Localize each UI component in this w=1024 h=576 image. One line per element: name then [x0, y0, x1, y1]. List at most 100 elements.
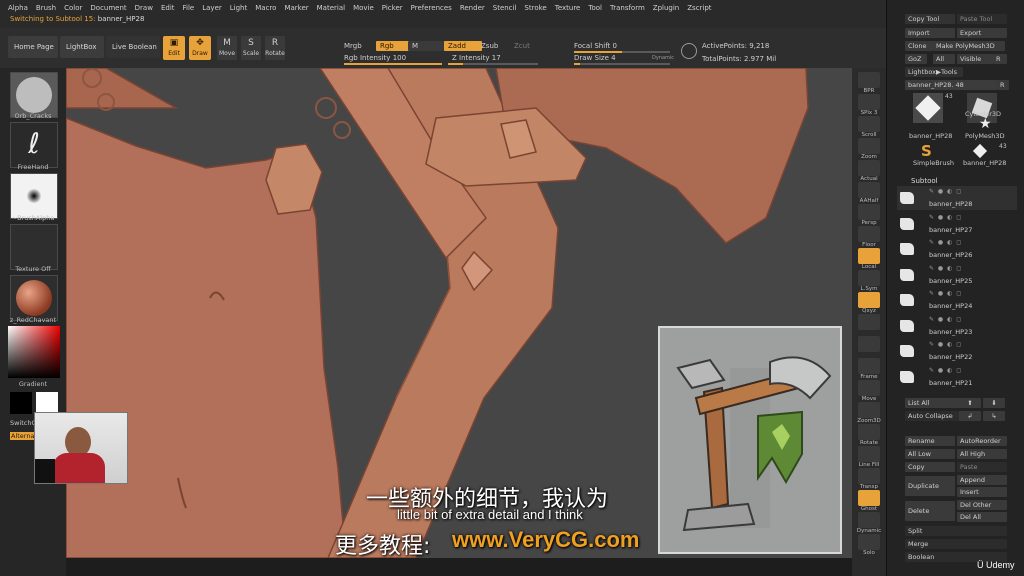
z-intensity-slider[interactable]: [448, 63, 538, 65]
lightbox-tools-button[interactable]: Lightbox▶Tools: [905, 67, 963, 77]
secondary-color-swatch[interactable]: [36, 392, 58, 414]
subtool-visibility-icon[interactable]: ✎ ● ◐ ◻: [929, 290, 962, 297]
dynamic-toggle[interactable]: Dynamic: [652, 55, 674, 61]
paste-button[interactable]: Paste: [957, 462, 1007, 472]
live-boolean-button[interactable]: Live Boolean: [106, 36, 160, 58]
alpha-thumbnail[interactable]: [10, 173, 58, 219]
menu-item-edit[interactable]: Edit: [157, 2, 179, 14]
menu-item-zscript[interactable]: Zscript: [683, 2, 715, 14]
alternate-button[interactable]: Alterna: [10, 432, 36, 440]
all-high-button[interactable]: All High: [957, 449, 1007, 459]
subtool-visibility-icon[interactable]: ✎ ● ◐ ◻: [929, 265, 962, 272]
del-other-button[interactable]: Del Other: [957, 500, 1007, 510]
shelf-button-21[interactable]: [858, 534, 880, 550]
export-button[interactable]: Export: [957, 28, 1007, 38]
menu-item-layer[interactable]: Layer: [198, 2, 226, 14]
shelf-button-10[interactable]: [858, 292, 880, 308]
menu-item-preferences[interactable]: Preferences: [407, 2, 456, 14]
shelf-button-1[interactable]: [858, 94, 880, 110]
focal-shift-slider[interactable]: [574, 51, 670, 53]
draw-size-slider[interactable]: [574, 63, 670, 65]
shelf-button-5[interactable]: [858, 182, 880, 198]
subtool-row[interactable]: ✎ ● ◐ ◻ banner_HP24: [897, 288, 1017, 312]
banner-small-icon[interactable]: [972, 143, 988, 159]
menu-item-transform[interactable]: Transform: [606, 2, 649, 14]
auto-collapse-button[interactable]: Auto Collapse: [905, 411, 961, 421]
shelf-button-14[interactable]: [858, 380, 880, 396]
r-button[interactable]: R: [993, 54, 1007, 64]
menu-item-light[interactable]: Light: [226, 2, 251, 14]
subtool-row[interactable]: ✎ ● ◐ ◻ banner_HP25: [897, 263, 1017, 287]
menu-item-brush[interactable]: Brush: [32, 2, 60, 14]
menu-item-stroke[interactable]: Stroke: [520, 2, 550, 14]
paste-tool-button[interactable]: Paste Tool: [957, 14, 1007, 24]
current-tool-slider[interactable]: banner_HP28. 48: [905, 80, 997, 90]
delete-button[interactable]: Delete: [905, 501, 955, 521]
move-button[interactable]: M Move: [217, 36, 237, 60]
shelf-button-9[interactable]: [858, 270, 880, 286]
scale-button[interactable]: S Scale: [241, 36, 261, 60]
menu-item-marker[interactable]: Marker: [280, 2, 312, 14]
stroke-thumbnail[interactable]: ℓ: [10, 122, 58, 168]
subtool-visibility-icon[interactable]: ✎ ● ◐ ◻: [929, 341, 962, 348]
subtool-visibility-icon[interactable]: ✎ ● ◐ ◻: [929, 367, 962, 374]
copy-button[interactable]: Copy: [905, 462, 955, 472]
shelf-button-12[interactable]: [858, 336, 880, 352]
del-all-button[interactable]: Del All: [957, 512, 1007, 522]
shelf-button-8[interactable]: [858, 248, 880, 264]
subtool-row[interactable]: ✎ ● ◐ ◻ banner_HP28: [897, 186, 1017, 210]
split-button[interactable]: Split: [905, 526, 1007, 536]
menu-item-tool[interactable]: Tool: [584, 2, 606, 14]
subtool-visibility-icon[interactable]: ✎ ● ◐ ◻: [929, 239, 962, 246]
list-all-button[interactable]: List All: [905, 398, 961, 408]
zadd-toggle[interactable]: Zadd: [444, 41, 482, 51]
menu-item-color[interactable]: Color: [60, 2, 86, 14]
make-polymesh-button[interactable]: Make PolyMesh3D: [933, 41, 1005, 51]
move-up-button[interactable]: ⬆: [959, 398, 981, 408]
swap-left-button[interactable]: ↲: [959, 411, 981, 421]
menu-item-render[interactable]: Render: [456, 2, 489, 14]
subtool-row[interactable]: ✎ ● ◐ ◻ banner_HP26: [897, 237, 1017, 261]
subtool-row[interactable]: ✎ ● ◐ ◻ banner_HP27: [897, 212, 1017, 236]
zsub-toggle[interactable]: Zsub: [481, 42, 498, 50]
rename-button[interactable]: Rename: [905, 436, 955, 446]
menu-item-document[interactable]: Document: [86, 2, 130, 14]
lightbox-button[interactable]: LightBox: [60, 36, 104, 58]
menu-item-texture[interactable]: Texture: [551, 2, 585, 14]
menu-item-zplugin[interactable]: Zplugin: [649, 2, 683, 14]
shelf-button-18[interactable]: [858, 468, 880, 484]
subtool-visibility-icon[interactable]: ✎ ● ◐ ◻: [929, 188, 962, 195]
draw-button[interactable]: ✥ Draw: [189, 36, 211, 60]
zcut-toggle[interactable]: Zcut: [514, 42, 530, 50]
shelf-button-11[interactable]: [858, 314, 880, 330]
subtool-row[interactable]: ✎ ● ◐ ◻ banner_HP22: [897, 339, 1017, 363]
goz-button[interactable]: GoZ: [905, 54, 927, 64]
shelf-button-6[interactable]: [858, 204, 880, 220]
menu-item-macro[interactable]: Macro: [251, 2, 280, 14]
primary-color-swatch[interactable]: [10, 392, 32, 414]
shelf-button-16[interactable]: [858, 424, 880, 440]
home-page-button[interactable]: Home Page: [8, 36, 58, 58]
move-down-button[interactable]: ⬇: [983, 398, 1005, 408]
menu-item-draw[interactable]: Draw: [131, 2, 157, 14]
import-button[interactable]: Import: [905, 28, 955, 38]
menu-item-stencil[interactable]: Stencil: [489, 2, 521, 14]
subtool-row[interactable]: ✎ ● ◐ ◻ banner_HP23: [897, 314, 1017, 338]
material-thumbnail[interactable]: [10, 275, 58, 321]
m-toggle[interactable]: M: [408, 41, 446, 51]
shelf-button-13[interactable]: [858, 358, 880, 374]
swap-right-button[interactable]: ↳: [983, 411, 1005, 421]
merge-button[interactable]: Merge: [905, 539, 1007, 549]
color-picker[interactable]: [8, 326, 60, 378]
menu-item-alpha[interactable]: Alpha: [4, 2, 32, 14]
menu-item-file[interactable]: File: [179, 2, 199, 14]
rgb-intensity-slider[interactable]: [344, 63, 442, 65]
subtool-header[interactable]: Subtool: [911, 177, 938, 185]
shelf-button-3[interactable]: [858, 138, 880, 154]
rgb-toggle[interactable]: Rgb: [376, 41, 412, 51]
subtool-visibility-icon[interactable]: ✎ ● ◐ ◻: [929, 316, 962, 323]
tool-thumb-banner[interactable]: [913, 93, 943, 123]
duplicate-button[interactable]: Duplicate: [905, 476, 955, 496]
r2-button[interactable]: R: [997, 80, 1009, 90]
menu-item-movie[interactable]: Movie: [349, 2, 378, 14]
